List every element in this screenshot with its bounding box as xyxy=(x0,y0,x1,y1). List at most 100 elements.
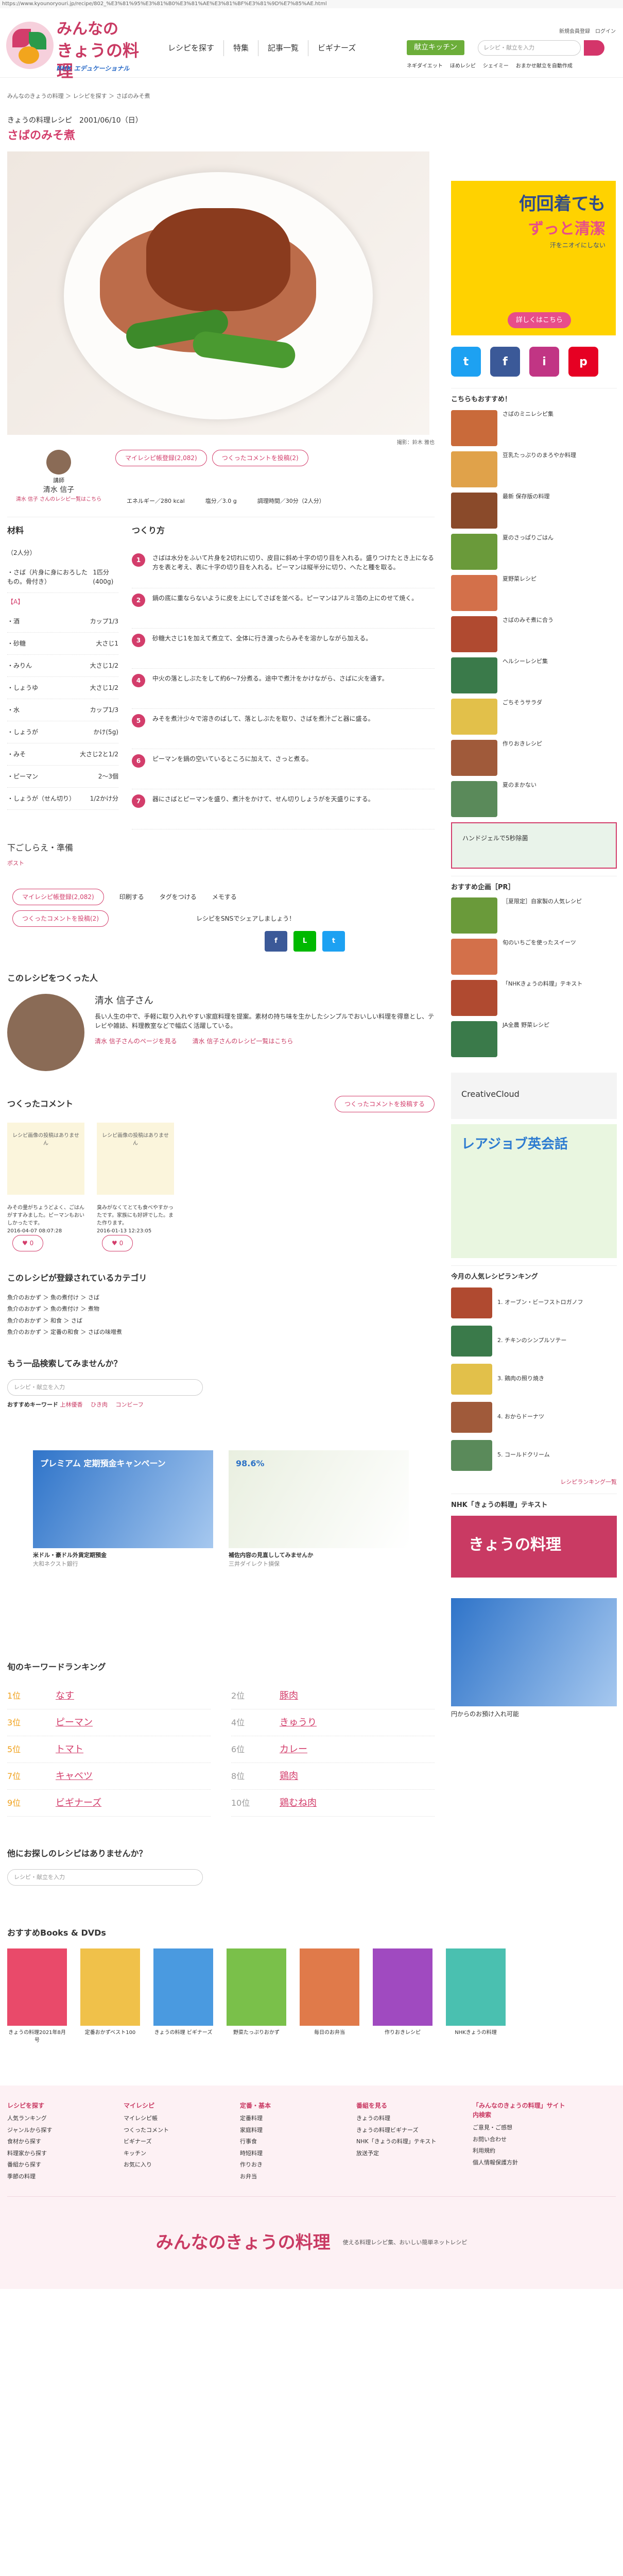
prep-link[interactable]: ポスト xyxy=(7,859,435,868)
category-link[interactable]: 魚介のおかず ＞ 和食 ＞ さば xyxy=(7,1317,435,1326)
site-logo[interactable]: みんなの きょうの料理 NHK エデュケーショナル xyxy=(6,20,140,81)
kw-1[interactable]: 上林優香 xyxy=(60,1401,83,1408)
print-button[interactable]: 印刷する xyxy=(119,892,144,902)
book-item[interactable]: 毎日のお弁当 xyxy=(300,1948,359,2044)
pr-item[interactable]: 「NHKきょうの料理」テキスト xyxy=(451,980,617,1016)
instagram-icon[interactable]: i xyxy=(529,347,559,377)
footer-link[interactable]: 番組から探す xyxy=(7,2161,105,2170)
author-avatar[interactable] xyxy=(7,993,84,1071)
side-rank-item[interactable]: 2. チキンのシンプルソテー xyxy=(451,1325,617,1357)
footer-link[interactable]: 行事食 xyxy=(240,2138,338,2146)
twitter-icon[interactable]: t xyxy=(451,347,481,377)
my-recipe-button-2[interactable]: マイレシピ帳登録(2,082) xyxy=(12,888,104,905)
footer-link[interactable]: 料理家から探す xyxy=(7,2149,105,2158)
kw-3[interactable]: コンビーフ xyxy=(116,1401,144,1408)
pr-item[interactable]: ［夏限定］自家製の人気レシピ xyxy=(451,897,617,934)
footer-link[interactable]: お弁当 xyxy=(240,2173,338,2181)
rank-more-link[interactable]: レシピランキング一覧 xyxy=(451,1478,617,1487)
comment-like-button[interactable]: ♥ 0 xyxy=(12,1234,44,1251)
header-search-input[interactable]: レシピ・献立を入力 xyxy=(478,40,581,56)
rank-keyword[interactable]: キャベツ xyxy=(56,1769,93,1783)
footer-link[interactable]: お問い合わせ xyxy=(473,2136,570,2144)
pick-item[interactable]: 夏野菜レシピ xyxy=(451,574,617,611)
pick-item[interactable]: 夏のさっぱりごはん xyxy=(451,533,617,570)
side-small-ad[interactable]: ハンドジェルで5秒除菌 xyxy=(451,822,617,869)
sub-link-1[interactable]: ネギダイエット xyxy=(407,62,443,70)
nav-features[interactable]: 特集 xyxy=(224,40,259,56)
cook-avatar[interactable] xyxy=(46,449,71,474)
pick-item[interactable]: 夏のまかない xyxy=(451,781,617,817)
search-bottom-input[interactable]: レシピ・献立を入力 xyxy=(7,1869,203,1886)
footer-link[interactable]: 時短料理 xyxy=(240,2149,338,2158)
pinterest-icon[interactable]: p xyxy=(568,347,598,377)
footer-link[interactable]: きょうの料理ビギナーズ xyxy=(356,2126,454,2135)
nav-articles[interactable]: 記事一覧 xyxy=(258,40,309,56)
english-ad[interactable]: レアジョブ英会話 xyxy=(451,1124,617,1258)
nav-beginners[interactable]: ビギナーズ xyxy=(308,40,365,56)
footer-link[interactable]: 定番料理 xyxy=(240,2114,338,2123)
pick-item[interactable]: さばのミニレシピ集 xyxy=(451,410,617,446)
rank-keyword[interactable]: トマト xyxy=(56,1742,83,1756)
footer-link[interactable]: マイレシピ帳 xyxy=(124,2114,221,2123)
rank-keyword[interactable]: 鶏むね肉 xyxy=(280,1796,317,1810)
kw-2[interactable]: ひき肉 xyxy=(91,1401,108,1408)
book-item[interactable]: きょうの料理 ビギナーズ xyxy=(153,1948,213,2044)
bottom-ad-image[interactable] xyxy=(451,1598,617,1706)
comment-like-button[interactable]: ♥ 0 xyxy=(102,1234,133,1251)
pick-item[interactable]: 最新 保存版の料理 xyxy=(451,492,617,529)
footer-link[interactable]: 個人情報保護方針 xyxy=(473,2159,570,2167)
footer-link[interactable]: ご意見・ご感想 xyxy=(473,2124,570,2132)
footer-link[interactable]: ビギナーズ xyxy=(124,2138,221,2146)
rank-keyword[interactable]: ビギナーズ xyxy=(56,1796,101,1810)
ad-1[interactable]: プレミアム 定期預金キャンペーン 米ドル・豪ドル外貨定期預金 大和ネクスト銀行 xyxy=(33,1450,213,1568)
category-link[interactable]: 魚介のおかず ＞ 魚の煮付け ＞ 煮物 xyxy=(7,1305,435,1314)
book-item[interactable]: 定番おかずベスト100 xyxy=(80,1948,140,2044)
book-item[interactable]: 作りおきレシピ xyxy=(373,1948,432,2044)
footer-link[interactable]: ジャンルから探す xyxy=(7,2126,105,2135)
author-recipes-link[interactable]: 清水 信子さんのレシピ一覧はこちら xyxy=(193,1037,293,1046)
cook-recipes-link[interactable]: 清水 信子 さんのレシピ一覧はこちら xyxy=(7,496,110,503)
tag-button[interactable]: タグをつける xyxy=(160,892,197,902)
footer-link[interactable]: キッチン xyxy=(124,2149,221,2158)
footer-link[interactable]: 食材から探す xyxy=(7,2138,105,2146)
pick-item[interactable]: 作りおきレシピ xyxy=(451,739,617,776)
facebook-icon[interactable]: f xyxy=(490,347,520,377)
category-link[interactable]: 魚介のおかず ＞ 魚の煮付け ＞ さば xyxy=(7,1294,435,1302)
sub-link-2[interactable]: ほめレシピ xyxy=(450,62,476,70)
facebook-share-icon[interactable]: f xyxy=(265,930,287,952)
footer-link[interactable]: 季節の料理 xyxy=(7,2173,105,2181)
footer-link[interactable]: 人気ランキング xyxy=(7,2114,105,2123)
line-share-icon[interactable]: L xyxy=(293,930,316,952)
rank-keyword[interactable]: きゅうり xyxy=(280,1716,317,1730)
footer-link[interactable]: NHK「きょうの料理」テキスト xyxy=(356,2138,454,2146)
pick-item[interactable]: ごちそうサラダ xyxy=(451,698,617,735)
footer-link[interactable]: お気に入り xyxy=(124,2161,221,2170)
search-icon[interactable] xyxy=(584,40,604,56)
nav-recipe-search[interactable]: レシピを探す xyxy=(159,40,224,56)
memo-button[interactable]: メモする xyxy=(212,892,237,902)
footer-logo[interactable]: みんなのきょうの料理 xyxy=(156,2230,331,2256)
side-rank-item[interactable]: 3. 鶏肉の照り焼き xyxy=(451,1363,617,1395)
ad-2[interactable]: 98.6% 補佐内容の見直ししてみませんか 三井ダイレクト損保 xyxy=(229,1450,409,1568)
pr-item[interactable]: 旬のいちごを使ったスイーツ xyxy=(451,939,617,975)
side-ad[interactable]: 何回着ても ずっと清潔 汗をニオイにしない 詳しくはこちら xyxy=(451,181,616,335)
side-rank-item[interactable]: 5. コールドクリーム xyxy=(451,1439,617,1471)
footer-link[interactable]: きょうの料理 xyxy=(356,2114,454,2123)
book-item[interactable]: 野菜たっぷりおかず xyxy=(227,1948,286,2044)
sub-link-3[interactable]: シェイミー xyxy=(483,62,509,70)
pr-item[interactable]: JA全農 野菜レシピ xyxy=(451,1021,617,1057)
pick-item[interactable]: 豆乳たっぷりのまろやか料理 xyxy=(451,451,617,487)
author-page-link[interactable]: 清水 信子さんのページを見る xyxy=(95,1037,177,1046)
pick-item[interactable]: さばのみそ煮に合う xyxy=(451,616,617,652)
footer-link[interactable]: つくったコメント xyxy=(124,2126,221,2135)
adobe-ad[interactable]: CreativeCloud xyxy=(451,1073,617,1119)
sub-link-4[interactable]: おまかせ献立を自動作成 xyxy=(516,62,573,70)
rank-keyword[interactable]: カレー xyxy=(280,1742,307,1756)
side-rank-item[interactable]: 4. おからドーナツ xyxy=(451,1401,617,1433)
rank-keyword[interactable]: 鶏肉 xyxy=(280,1769,298,1783)
post-comment-button-2[interactable]: つくったコメントを投稿(2) xyxy=(12,910,109,927)
kitchen-button[interactable]: 献立キッチン xyxy=(407,40,464,55)
footer-link[interactable]: 作りおき xyxy=(240,2161,338,2170)
twitter-share-icon[interactable]: t xyxy=(322,930,345,952)
footer-link[interactable]: 家庭料理 xyxy=(240,2126,338,2135)
